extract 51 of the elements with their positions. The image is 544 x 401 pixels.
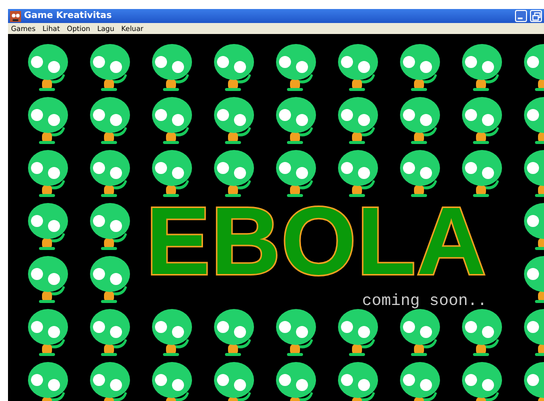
alien-drawing: [336, 148, 380, 198]
alien-drawing: [398, 306, 442, 356]
alien-drawing: [212, 94, 256, 144]
alien-drawing: [274, 306, 318, 356]
alien-drawing: [398, 42, 442, 92]
alien-drawing: [460, 42, 504, 92]
alien-drawing: [26, 254, 70, 304]
alien-drawing: [336, 42, 380, 92]
alien-drawing: [336, 360, 380, 401]
alien-drawing: [88, 42, 132, 92]
alien-drawing: [212, 148, 256, 198]
alien-drawing: [150, 360, 194, 401]
alien-drawing: [274, 42, 318, 92]
alien-drawing: [150, 306, 194, 356]
alien-drawing: [26, 360, 70, 401]
alien-drawing: [460, 94, 504, 144]
alien-drawing: [460, 360, 504, 401]
logo-subtitle: coming soon..: [362, 292, 487, 310]
alien-drawing: [150, 148, 194, 198]
alien-drawing: [26, 306, 70, 356]
alien-drawing: [88, 94, 132, 144]
alien-drawing: [460, 306, 504, 356]
window-title: Game Kreativitas: [24, 11, 112, 21]
alien-drawing: [398, 148, 442, 198]
alien-drawing: [26, 200, 70, 250]
alien-drawing: [212, 42, 256, 92]
minimize-button[interactable]: [515, 10, 527, 22]
alien-drawing: [26, 94, 70, 144]
alien-drawing: [336, 306, 380, 356]
game-logo-title: EBOLA: [146, 194, 487, 290]
alien-drawing: [88, 360, 132, 401]
alien-drawing: [26, 148, 70, 198]
alien-drawing: [88, 148, 132, 198]
alien-drawing: [26, 42, 70, 92]
alien-drawing: [150, 42, 194, 92]
alien-drawing: [212, 360, 256, 401]
alien-drawing: [460, 148, 504, 198]
alien-drawing: [336, 94, 380, 144]
alien-drawing: [274, 94, 318, 144]
app-icon: [10, 10, 21, 22]
restore-button[interactable]: [530, 10, 542, 22]
alien-drawing: [274, 148, 318, 198]
alien-drawing: [398, 360, 442, 401]
alien-drawing: [88, 254, 132, 304]
alien-drawing: [88, 306, 132, 356]
alien-drawing: [88, 200, 132, 250]
alien-drawing: [212, 306, 256, 356]
restore-icon: [532, 12, 540, 20]
alien-drawing: [150, 94, 194, 144]
alien-drawing: [398, 94, 442, 144]
alien-drawing: [274, 360, 318, 401]
